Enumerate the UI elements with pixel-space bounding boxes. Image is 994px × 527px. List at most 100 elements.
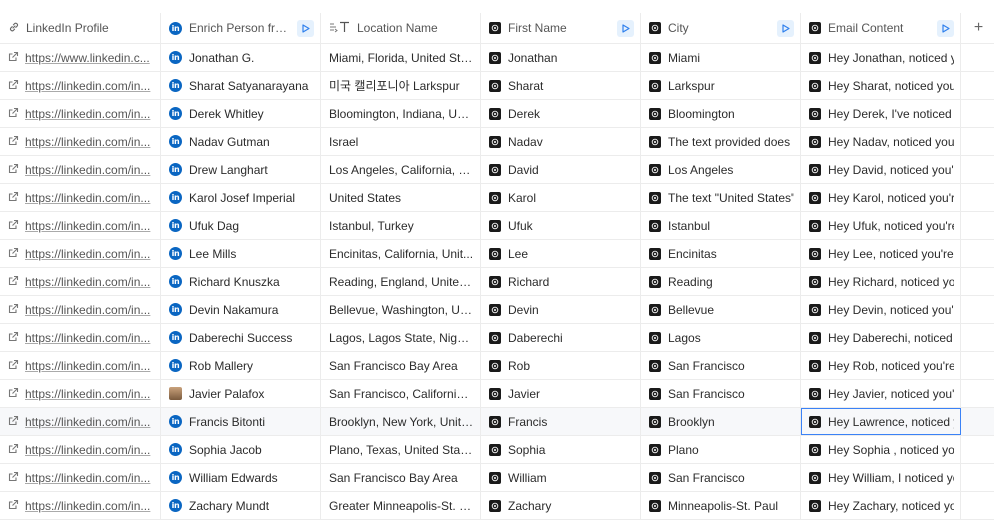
table-row[interactable]: https://linkedin.com/in... in Sophia Jac… — [0, 436, 994, 464]
column-header-location-name[interactable]: Location Name — [321, 13, 481, 43]
cell-linkedin-profile[interactable]: https://linkedin.com/in... — [0, 408, 161, 435]
cell-city[interactable]: Encinitas — [641, 240, 801, 267]
cell-linkedin-profile[interactable]: https://linkedin.com/in... — [0, 184, 161, 211]
cell-email-content[interactable]: Hey Ufuk, noticed you're — [801, 212, 961, 239]
cell-first-name[interactable]: Francis — [481, 408, 641, 435]
table-row[interactable]: https://linkedin.com/in... in Francis Bi… — [0, 408, 994, 436]
cell-enrich-person[interactable]: in Ufuk Dag — [161, 212, 321, 239]
cell-location-name[interactable]: Bellevue, Washington, Uni... — [321, 296, 481, 323]
cell-enrich-person[interactable]: in Nadav Gutman — [161, 128, 321, 155]
cell-email-content[interactable]: Hey Lawrence, noticed y — [801, 408, 961, 435]
cell-location-name[interactable]: San Francisco Bay Area — [321, 352, 481, 379]
external-link-icon[interactable] — [8, 191, 19, 205]
cell-location-name[interactable]: Reading, England, United ... — [321, 268, 481, 295]
cell-location-name[interactable]: Greater Minneapolis-St. P... — [321, 492, 481, 519]
profile-url-link[interactable]: https://www.linkedin.c... — [25, 51, 154, 65]
cell-linkedin-profile[interactable]: https://linkedin.com/in... — [0, 492, 161, 519]
cell-email-content[interactable]: Hey David, noticed you'r — [801, 156, 961, 183]
cell-first-name[interactable]: Richard — [481, 268, 641, 295]
profile-url-link[interactable]: https://linkedin.com/in... — [25, 303, 154, 317]
cell-location-name[interactable]: Bloomington, Indiana, Uni... — [321, 100, 481, 127]
cell-location-name[interactable]: Lagos, Lagos State, Nigeria — [321, 324, 481, 351]
cell-enrich-person[interactable]: in Zachary Mundt — [161, 492, 321, 519]
table-row[interactable]: https://linkedin.com/in... in Devin Naka… — [0, 296, 994, 324]
cell-email-content[interactable]: Hey Rob, noticed you're — [801, 352, 961, 379]
profile-url-link[interactable]: https://linkedin.com/in... — [25, 247, 154, 261]
external-link-icon[interactable] — [8, 247, 19, 261]
cell-email-content[interactable]: Hey Daberechi, noticed — [801, 324, 961, 351]
cell-enrich-person[interactable]: in Lee Mills — [161, 240, 321, 267]
cell-email-content[interactable]: Hey William, I noticed yo — [801, 464, 961, 491]
profile-url-link[interactable]: https://linkedin.com/in... — [25, 163, 154, 177]
cell-first-name[interactable]: Nadav — [481, 128, 641, 155]
cell-city[interactable]: Minneapolis-St. Paul — [641, 492, 801, 519]
profile-url-link[interactable]: https://linkedin.com/in... — [25, 443, 154, 457]
cell-city[interactable]: Bellevue — [641, 296, 801, 323]
external-link-icon[interactable] — [8, 499, 19, 513]
cell-linkedin-profile[interactable]: https://linkedin.com/in... — [0, 352, 161, 379]
cell-enrich-person[interactable]: in Derek Whitley — [161, 100, 321, 127]
cell-email-content[interactable]: Hey Jonathan, noticed y — [801, 44, 961, 71]
cell-first-name[interactable]: Sharat — [481, 72, 641, 99]
cell-enrich-person[interactable]: in Francis Bitonti — [161, 408, 321, 435]
cell-location-name[interactable]: Miami, Florida, United Sta... — [321, 44, 481, 71]
cell-first-name[interactable]: Derek — [481, 100, 641, 127]
profile-url-link[interactable]: https://linkedin.com/in... — [25, 331, 154, 345]
cell-first-name[interactable]: Lee — [481, 240, 641, 267]
external-link-icon[interactable] — [8, 331, 19, 345]
profile-url-link[interactable]: https://linkedin.com/in... — [25, 471, 154, 485]
cell-email-content[interactable]: Hey Sharat, noticed you — [801, 72, 961, 99]
cell-location-name[interactable]: Israel — [321, 128, 481, 155]
cell-location-name[interactable]: Encinitas, California, Unit... — [321, 240, 481, 267]
external-link-icon[interactable] — [8, 275, 19, 289]
cell-first-name[interactable]: David — [481, 156, 641, 183]
cell-first-name[interactable]: Rob — [481, 352, 641, 379]
cell-enrich-person[interactable]: in Sharat Satyanarayana — [161, 72, 321, 99]
profile-url-link[interactable]: https://linkedin.com/in... — [25, 219, 154, 233]
cell-email-content[interactable]: Hey Richard, noticed yo — [801, 268, 961, 295]
table-row[interactable]: https://linkedin.com/in... in Ufuk Dag I… — [0, 212, 994, 240]
cell-enrich-person[interactable]: in Drew Langhart — [161, 156, 321, 183]
cell-enrich-person[interactable]: in William Edwards — [161, 464, 321, 491]
external-link-icon[interactable] — [8, 443, 19, 457]
external-link-icon[interactable] — [8, 79, 19, 93]
table-row[interactable]: https://linkedin.com/in... in Daberechi … — [0, 324, 994, 352]
cell-first-name[interactable]: Karol — [481, 184, 641, 211]
cell-city[interactable]: San Francisco — [641, 464, 801, 491]
table-row[interactable]: https://linkedin.com/in... in Drew Langh… — [0, 156, 994, 184]
cell-location-name[interactable]: Plano, Texas, United States — [321, 436, 481, 463]
table-row[interactable]: https://linkedin.com/in... in Rob Maller… — [0, 352, 994, 380]
cell-enrich-person[interactable]: in Devin Nakamura — [161, 296, 321, 323]
external-link-icon[interactable] — [8, 107, 19, 121]
profile-url-link[interactable]: https://linkedin.com/in... — [25, 135, 154, 149]
external-link-icon[interactable] — [8, 387, 19, 401]
cell-linkedin-profile[interactable]: https://www.linkedin.c... — [0, 44, 161, 71]
cell-linkedin-profile[interactable]: https://linkedin.com/in... — [0, 100, 161, 127]
cell-linkedin-profile[interactable]: https://linkedin.com/in... — [0, 296, 161, 323]
cell-city[interactable]: San Francisco — [641, 380, 801, 407]
add-column-button[interactable]: + — [961, 13, 994, 43]
external-link-icon[interactable] — [8, 359, 19, 373]
cell-location-name[interactable]: United States — [321, 184, 481, 211]
run-column-button[interactable] — [617, 19, 634, 37]
cell-linkedin-profile[interactable]: https://linkedin.com/in... — [0, 436, 161, 463]
cell-city[interactable]: Los Angeles — [641, 156, 801, 183]
cell-first-name[interactable]: Javier — [481, 380, 641, 407]
cell-linkedin-profile[interactable]: https://linkedin.com/in... — [0, 324, 161, 351]
cell-first-name[interactable]: Devin — [481, 296, 641, 323]
cell-location-name[interactable]: San Francisco Bay Area — [321, 464, 481, 491]
cell-linkedin-profile[interactable]: https://linkedin.com/in... — [0, 268, 161, 295]
external-link-icon[interactable] — [8, 135, 19, 149]
table-row[interactable]: https://linkedin.com/in... in William Ed… — [0, 464, 994, 492]
column-header-email-content[interactable]: Email Content — [801, 13, 961, 43]
cell-first-name[interactable]: Ufuk — [481, 212, 641, 239]
cell-location-name[interactable]: 미국 캘리포니아 Larkspur — [321, 72, 481, 99]
external-link-icon[interactable] — [8, 471, 19, 485]
cell-email-content[interactable]: Hey Devin, noticed you'r — [801, 296, 961, 323]
cell-city[interactable]: The text "United States" — [641, 184, 801, 211]
table-row[interactable]: https://linkedin.com/in... in Zachary Mu… — [0, 492, 994, 520]
cell-linkedin-profile[interactable]: https://linkedin.com/in... — [0, 240, 161, 267]
table-row[interactable]: https://linkedin.com/in... in Sharat Sat… — [0, 72, 994, 100]
profile-url-link[interactable]: https://linkedin.com/in... — [25, 387, 154, 401]
profile-url-link[interactable]: https://linkedin.com/in... — [25, 191, 154, 205]
